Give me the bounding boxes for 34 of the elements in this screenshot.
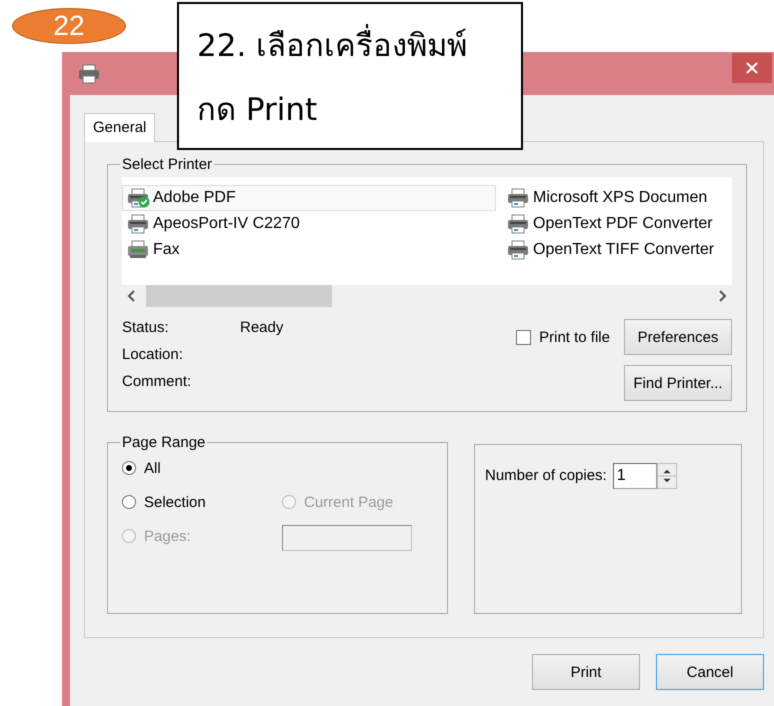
checkbox-label: Print to file <box>539 328 610 346</box>
step-badge: 22 <box>12 8 126 44</box>
printer-item[interactable]: Microsoft XPS Documen <box>502 185 726 211</box>
radio-button[interactable] <box>122 461 136 475</box>
field-label: Comment: <box>122 373 192 392</box>
callout-text: กด Print <box>197 91 318 130</box>
copies-field[interactable]: 1 <box>612 463 657 489</box>
dialog-button[interactable]: Preferences <box>624 319 732 355</box>
printer-item[interactable]: OpenText PDF Converter <box>502 211 726 237</box>
tab[interactable]: General <box>84 113 156 142</box>
radio-label: Selection <box>144 494 206 510</box>
group-title: Select Printer <box>121 156 214 173</box>
radio-label: All <box>144 460 161 476</box>
radio-label: Pages: <box>144 528 191 544</box>
checkbox[interactable] <box>516 330 532 344</box>
field-value: Ready <box>240 319 284 338</box>
radio-button[interactable] <box>122 495 136 509</box>
dialog-button[interactable]: Print <box>532 654 640 690</box>
printer-item[interactable]: Adobe PDF <box>122 185 496 211</box>
printer-item[interactable]: Fax <box>122 237 496 263</box>
group-title: Page Range <box>121 434 206 451</box>
printer-icon <box>78 64 100 84</box>
dialog-button[interactable]: Cancel <box>656 654 764 690</box>
printer-item[interactable]: ApeosPort-IV C2270 <box>122 211 496 237</box>
copies-label: Number of copies: <box>485 466 607 486</box>
dialog-button[interactable]: Find Printer... <box>624 365 732 401</box>
field-label: Location: <box>122 346 184 365</box>
printer-item[interactable]: OpenText TIFF Converter <box>502 237 726 263</box>
scroll-thumb[interactable] <box>146 285 332 307</box>
close-button[interactable] <box>732 52 772 82</box>
close-icon[interactable] <box>746 62 758 74</box>
callout-text: 22. เลือกเครื่องพิมพ์ <box>197 18 503 74</box>
field-label: Status: <box>122 319 170 338</box>
radio-label: Current Page <box>304 494 394 510</box>
